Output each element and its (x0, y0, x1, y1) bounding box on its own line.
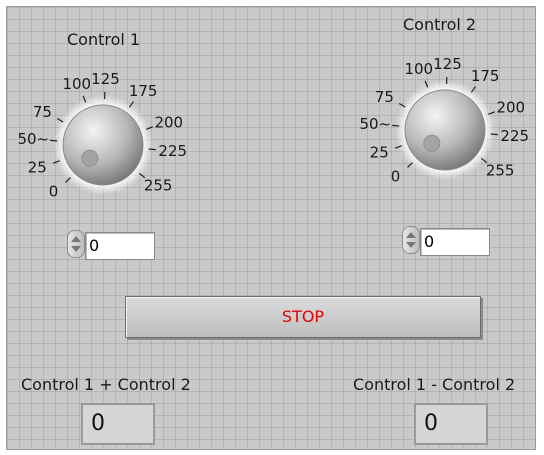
difference-indicator: 0 (414, 403, 488, 445)
increment-arrow-icon[interactable] (406, 232, 416, 238)
knob-pointer (81, 149, 99, 167)
scale-tick (148, 148, 156, 151)
scale-tick (490, 133, 498, 136)
control-2-knob[interactable]: 025 50~ 75 100 125 175 200 225 255 (347, 32, 544, 202)
scale-label: 0 (391, 168, 401, 186)
scale-label: 175 (129, 82, 158, 100)
scale-label: 75 (375, 88, 394, 106)
scale-tick (50, 139, 58, 142)
sum-indicator-label: Control 1 + Control 2 (21, 375, 191, 394)
scale-label: 75 (33, 103, 52, 121)
scale-label: 255 (486, 162, 515, 180)
increment-arrow-icon[interactable] (71, 236, 81, 242)
scale-label: 125 (433, 55, 462, 73)
decrement-arrow-icon[interactable] (406, 242, 416, 248)
control-1-numeric-field[interactable]: 0 (85, 232, 155, 260)
decrement-arrow-icon[interactable] (71, 246, 81, 252)
scale-label: 50~ (359, 115, 391, 133)
scale-label: 225 (500, 127, 529, 145)
knob-body[interactable] (62, 104, 144, 186)
scale-label: 0 (49, 183, 59, 201)
scale-label: 50~ (17, 130, 49, 148)
difference-indicator-label: Control 1 - Control 2 (353, 375, 516, 394)
front-panel: Control 1 0 25 50~ 75 100 125 175 200 225 255 0 C… (6, 6, 536, 450)
scale-label: 200 (154, 113, 183, 131)
scale-label: 175 (471, 67, 500, 85)
scale-label: 125 (91, 70, 120, 88)
sum-indicator: 0 (81, 403, 155, 445)
scale-label: 100 (404, 60, 433, 78)
scale-label: 200 (496, 98, 525, 116)
control-2-numeric-field[interactable]: 0 (420, 228, 490, 256)
stop-button[interactable]: STOP (125, 296, 481, 338)
knob-body[interactable] (404, 89, 486, 171)
scale-label: 25 (370, 144, 389, 162)
scale-tick (392, 124, 400, 127)
scale-label: 225 (158, 142, 187, 160)
control-1-knob[interactable]: 025 50~ 75 100 125 175 200 225 255 (7, 47, 207, 217)
scale-label: 255 (144, 177, 173, 195)
scale-label: 25 (28, 159, 47, 177)
scale-label: 100 (62, 75, 91, 93)
knob-pointer (423, 134, 441, 152)
control-2-spin-button[interactable] (402, 226, 420, 254)
control-1-spin-button[interactable] (67, 230, 85, 258)
